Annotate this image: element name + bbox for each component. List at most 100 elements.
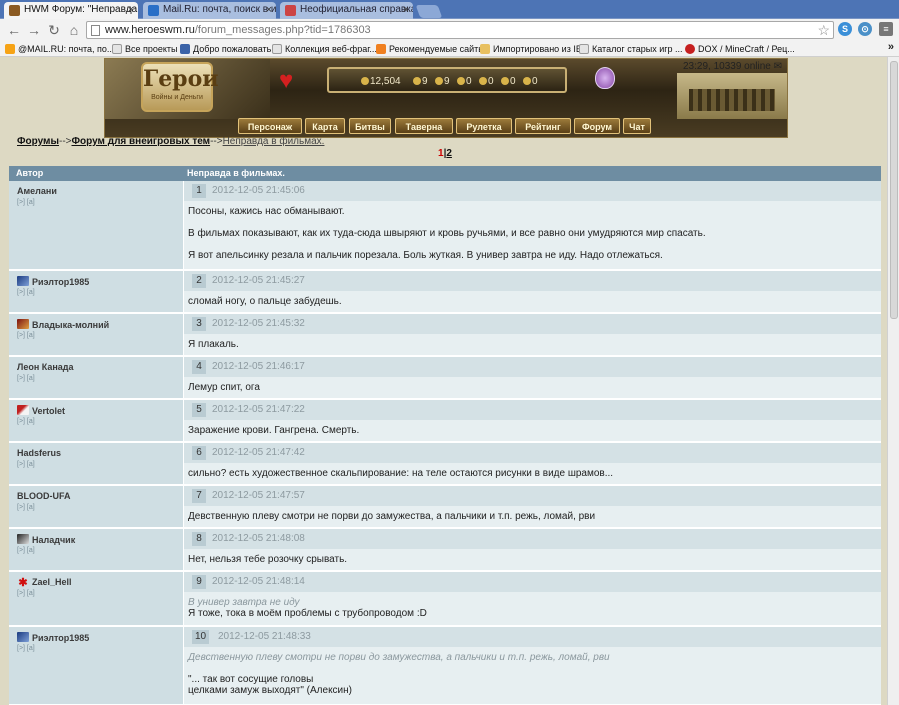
nav-map[interactable]: Карта [305,118,345,134]
page-link[interactable]: 2 [446,148,452,159]
forum-post: Наладчик [>] [a] 8 2012-12-05 21:48:08 Н… [9,529,881,571]
game-logo[interactable]: Герои Войны и Деньги [141,62,219,112]
forum-post: Риэлтор1985 [>] [a] 10 2012-12-05 21:48:… [9,627,881,705]
post-number[interactable]: 4 [192,360,206,374]
author-links[interactable]: [>] [a] [17,332,35,339]
hwm-favicon-icon [9,5,20,16]
tab-help[interactable]: Неофициальная справка по × [280,2,413,19]
author-name[interactable]: Амелани [17,186,57,196]
post-number[interactable]: 6 [192,446,206,460]
author-links[interactable]: [>] [a] [17,418,35,425]
mail-icon[interactable]: ✉ [774,61,782,72]
clan-icon [17,319,29,329]
author-links[interactable]: [>] [a] [17,289,35,296]
post-message-cell: 3 2012-12-05 21:45:32 Я плакаль. [183,314,881,355]
post-number[interactable]: 7 [192,489,206,503]
post-author-cell: Владыка-молний [>] [a] [9,314,183,355]
windows-icon [180,44,190,54]
author-links[interactable]: [>] [a] [17,461,35,468]
author-name[interactable]: Владыка-молний [17,319,109,330]
forward-arrow-icon[interactable]: → [26,22,42,38]
post-number[interactable]: 8 [192,532,206,546]
author-links[interactable]: [>] [a] [17,645,35,652]
author-name[interactable]: Наладчик [17,534,75,545]
post-author-cell: Риэлтор1985 [>] [a] [9,627,183,704]
back-arrow-icon[interactable]: ← [6,22,22,38]
author-name[interactable]: Vertolet [17,405,65,416]
author-name[interactable]: Риэлтор1985 [17,276,89,287]
post-number[interactable]: 9 [192,575,206,589]
nav-forum[interactable]: Форум [574,118,620,134]
post-header: 2 2012-12-05 21:45:27 [184,271,881,291]
author-links[interactable]: [>] [a] [17,547,35,554]
post-body: Посоны, кажись нас обманывают. В фильмах… [188,206,706,261]
nav-chat[interactable]: Чат [623,118,651,134]
post-header: 9 2012-12-05 21:48:14 [184,572,881,592]
post-body: Девственную плеву смотри не порви до зам… [188,511,596,522]
forum-post: ✱ Zael_Hell [>] [a] 9 2012-12-05 21:48:14… [9,572,881,626]
skype-icon[interactable]: S [838,22,852,36]
tab-hwm-forum[interactable]: HWM Форум: "Неправда в ф × [4,2,138,19]
nav-battles[interactable]: Битвы [349,118,391,134]
castle-image [689,89,775,111]
bookmark-item[interactable]: Каталог старых игр ... [579,43,683,55]
page-icon [272,44,282,54]
forum-post: Амелани [>] [a] 1 2012-12-05 21:45:06 По… [9,181,881,270]
nav-tavern[interactable]: Таверна [395,118,453,134]
bookmark-item[interactable]: Добро пожаловать [180,43,271,55]
reload-icon[interactable]: ↻ [46,22,62,38]
tab-title: HWM Форум: "Неправда в ф [24,4,138,15]
bookmark-item[interactable]: Импортировано из IE [480,43,582,55]
author-links[interactable]: [>] [a] [17,504,35,511]
author-links[interactable]: [>] [a] [17,199,35,206]
page-icon [91,25,100,36]
author-name[interactable]: Леон Канада [17,362,74,372]
nav-roulette[interactable]: Рулетка [456,118,512,134]
home-icon[interactable]: ⌂ [66,22,82,38]
page-scrollbar[interactable] [887,57,899,705]
bookmark-item[interactable]: Все проекты [112,43,178,55]
nav-character[interactable]: Персонаж [238,118,302,134]
more-bookmarks-button[interactable]: » [888,41,894,53]
bookmark-item[interactable]: Рекомендуемые сайты [376,43,485,55]
post-author-cell: Амелани [>] [a] [9,181,183,269]
close-tab-icon[interactable]: × [403,2,409,18]
close-tab-icon[interactable]: × [128,2,134,18]
address-bar[interactable]: www.heroeswm.ru/forum_messages.php?tid=1… [86,21,834,39]
breadcrumb-topic[interactable]: Неправда в фильмах. [223,136,325,147]
bookmark-item[interactable]: @MAIL.RU: почта, по... [5,43,114,55]
bookmark-item[interactable]: Коллекция веб-фраг... [272,43,377,55]
post-header: 1 2012-12-05 21:45:06 [184,181,881,201]
header-art-right [677,73,787,119]
menu-wrench-icon[interactable]: ≡ [879,22,893,36]
author-links[interactable]: [>] [a] [17,375,35,382]
author-name[interactable]: Hadsferus [17,448,61,458]
breadcrumb-section[interactable]: Форум для внеигровых тем [72,136,211,147]
post-number[interactable]: 3 [192,317,206,331]
post-message-cell: 9 2012-12-05 21:48:14 В универ завтра не… [183,572,881,625]
author-links[interactable]: [>] [a] [17,590,35,597]
close-tab-icon[interactable]: × [266,2,272,18]
author-name[interactable]: ✱ Zael_Hell [17,577,71,589]
post-author-cell: Риэлтор1985 [>] [a] [9,271,183,312]
new-tab-button[interactable] [415,5,443,18]
post-date: 2012-12-05 21:48:14 [212,576,305,587]
post-number[interactable]: 1 [192,184,206,198]
post-number[interactable]: 2 [192,274,206,288]
scrollbar-thumb[interactable] [890,61,898,319]
author-name[interactable]: Риэлтор1985 [17,632,89,643]
ore-resource: 9 [435,76,450,87]
breadcrumb-forums[interactable]: Форумы [17,136,59,147]
mana-potion-icon [595,67,615,89]
extension-icon[interactable]: ⊙ [858,22,872,36]
tab-mail-ru[interactable]: Mail.Ru: почта, поиск в инт × [143,2,276,19]
bookmark-item[interactable]: DOX / MineCraft / Рец... [685,43,795,55]
author-name[interactable]: BLOOD-UFA [17,491,71,501]
post-date: 2012-12-05 21:47:22 [212,404,305,415]
folder-icon [480,44,490,54]
nav-rating[interactable]: Рейтинг [515,118,571,134]
post-number[interactable]: 10 [192,630,210,644]
bookmark-star-icon[interactable]: ☆ [817,22,830,39]
mercury-resource: 0 [457,76,472,87]
post-number[interactable]: 5 [192,403,206,417]
